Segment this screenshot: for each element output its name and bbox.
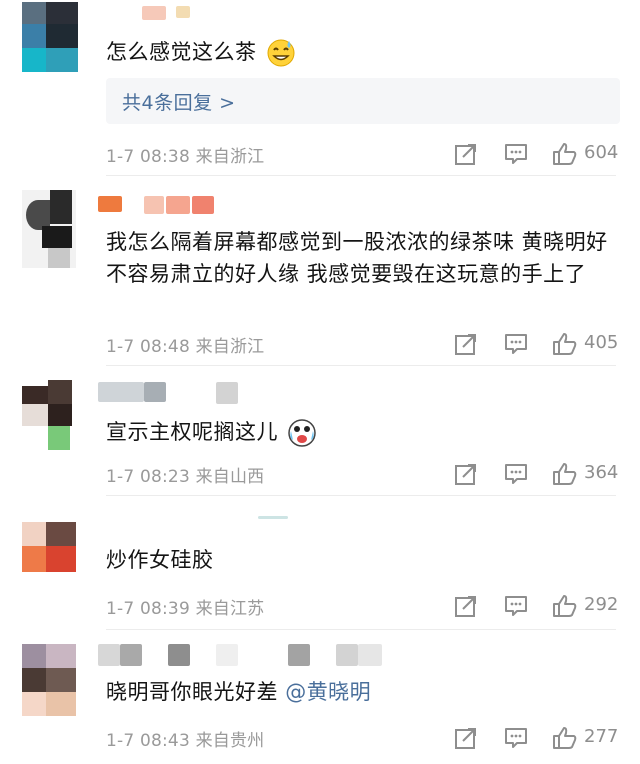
comment-meta: 1-7 08:38 来自浙江 xyxy=(106,142,264,167)
comment-time: 1-7 08:43 xyxy=(106,731,190,751)
comment-icon[interactable] xyxy=(504,594,528,618)
comment-item: 晓明哥你眼光好差 @黄晓明 1-7 08:43 来自贵州 277 xyxy=(0,630,640,764)
comment-time: 1-7 08:48 xyxy=(106,337,190,357)
username-redacted[interactable] xyxy=(98,516,288,538)
avatar[interactable] xyxy=(22,190,76,268)
like-count: 364 xyxy=(584,462,619,483)
avatar[interactable] xyxy=(22,2,78,72)
avatar[interactable] xyxy=(22,380,76,452)
like-count: 277 xyxy=(584,726,619,747)
share-icon[interactable] xyxy=(454,142,478,166)
view-replies-label: 共4条回复 > xyxy=(122,92,236,114)
comment-actions: 405 xyxy=(450,330,630,358)
username-redacted[interactable] xyxy=(98,644,388,666)
share-icon[interactable] xyxy=(454,332,478,356)
comment-actions: 277 xyxy=(450,724,630,752)
comment-icon[interactable] xyxy=(504,332,528,356)
comment-time: 1-7 08:39 xyxy=(106,599,190,619)
comment-time: 1-7 08:38 xyxy=(106,147,190,167)
thumbs-up-icon[interactable] xyxy=(552,142,578,166)
share-icon[interactable] xyxy=(454,462,478,486)
username-redacted[interactable] xyxy=(98,6,218,28)
comment-text: 我怎么隔着屏幕都感觉到一股浓浓的绿茶味 黄晓明好不容易肃立的好人缘 我感觉要毁在… xyxy=(106,230,608,286)
thumbs-up-icon[interactable] xyxy=(552,462,578,486)
comment-text: 宣示主权呢搁这儿 xyxy=(106,416,616,448)
comment-text: 晓明哥你眼光好差 @黄晓明 xyxy=(106,680,372,704)
comment-meta: 1-7 08:48 来自浙江 xyxy=(106,332,264,357)
thumbs-up-icon[interactable] xyxy=(552,726,578,750)
comment-location: 来自浙江 xyxy=(195,337,265,357)
comment-meta: 1-7 08:23 来自山西 xyxy=(106,462,264,487)
like-count: 292 xyxy=(584,594,619,615)
comment-icon[interactable] xyxy=(504,726,528,750)
comment-item: 宣示主权呢搁这儿 1-7 08:23 来自山西 364 xyxy=(0,366,640,496)
comment-actions: 292 xyxy=(450,592,630,620)
comment-meta: 1-7 08:43 来自贵州 xyxy=(106,726,264,751)
comment-icon[interactable] xyxy=(504,142,528,166)
share-icon[interactable] xyxy=(454,726,478,750)
comment-item: 怎么感觉这么茶 共4条回复 > 1-7 08:38 来自浙江 604 xyxy=(0,0,640,176)
like-count: 604 xyxy=(584,142,619,163)
comment-time: 1-7 08:23 xyxy=(106,467,190,487)
comment-location: 来自山西 xyxy=(195,467,265,487)
mention-link[interactable]: @黄晓明 xyxy=(285,680,371,704)
comment-meta: 1-7 08:39 来自江苏 xyxy=(106,594,264,619)
comment-actions: 604 xyxy=(450,140,630,168)
comment-location: 来自江苏 xyxy=(195,599,265,619)
avatar[interactable] xyxy=(22,644,76,716)
like-count: 405 xyxy=(584,332,619,353)
avatar[interactable] xyxy=(22,522,78,574)
comment-item: 我怎么隔着屏幕都感觉到一股浓浓的绿茶味 黄晓明好不容易肃立的好人缘 我感觉要毁在… xyxy=(0,176,640,366)
sweat-smile-emoji xyxy=(267,39,295,67)
comment-text: 炒作女硅胶 xyxy=(106,548,214,572)
comment-actions: 364 xyxy=(450,460,630,488)
comment-location: 来自浙江 xyxy=(195,147,265,167)
thumbs-up-icon[interactable] xyxy=(552,332,578,356)
share-icon[interactable] xyxy=(454,594,478,618)
comment-location: 来自贵州 xyxy=(195,731,265,751)
view-replies-button[interactable]: 共4条回复 > xyxy=(106,78,620,124)
username-redacted[interactable] xyxy=(98,382,248,404)
crying-laughing-emoji xyxy=(288,419,316,447)
comment-icon[interactable] xyxy=(504,462,528,486)
comment-text: 怎么感觉这么茶 xyxy=(106,36,616,68)
username-redacted[interactable] xyxy=(98,196,228,218)
thumbs-up-icon[interactable] xyxy=(552,594,578,618)
comment-item: 炒作女硅胶 1-7 08:39 来自江苏 292 xyxy=(0,496,640,630)
